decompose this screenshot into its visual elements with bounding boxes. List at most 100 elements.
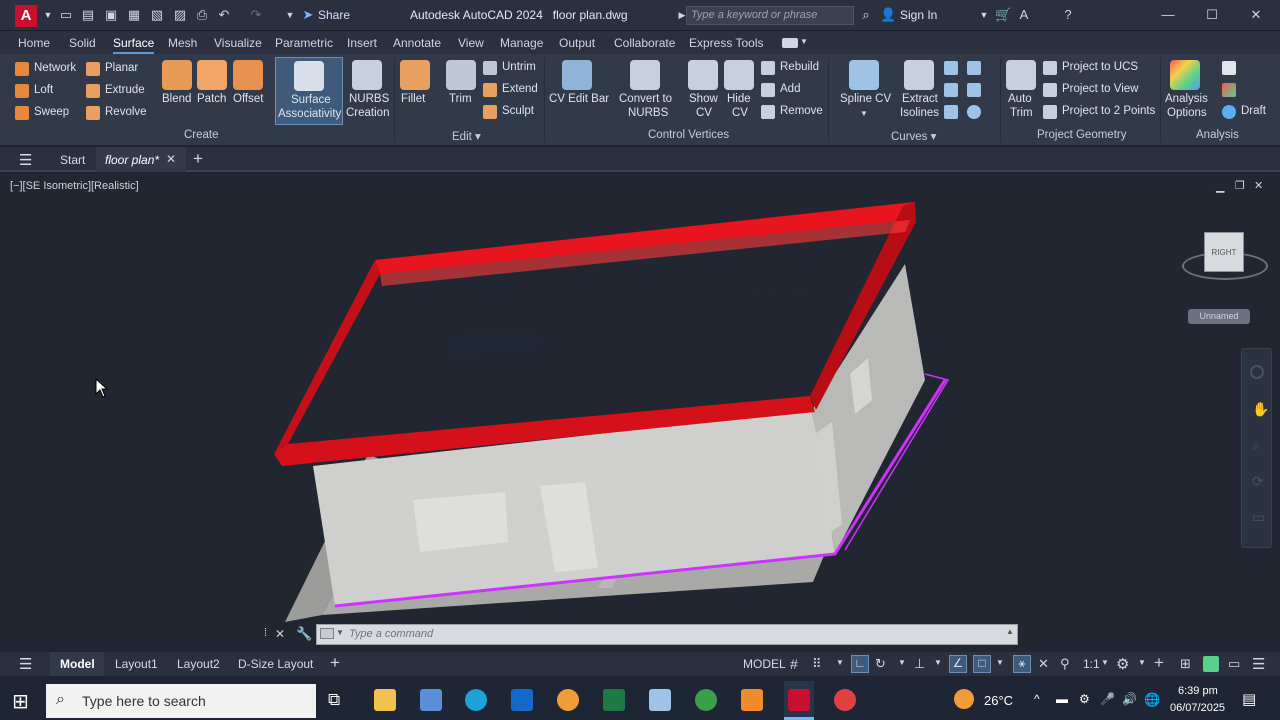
tab-express-tools[interactable]: Express Tools [689, 36, 763, 50]
sign-in-chevron-icon[interactable]: ▼ [976, 7, 992, 23]
tab-mesh[interactable]: Mesh [168, 36, 197, 50]
new-tab-icon[interactable]: + [193, 149, 203, 169]
hamburger-menu-icon[interactable]: ☰ [19, 151, 32, 169]
user-icon[interactable]: 👤 [880, 7, 896, 23]
fillet-button[interactable]: Fillet [401, 93, 425, 105]
curve-tool-3-icon[interactable] [944, 83, 958, 97]
tab-model[interactable]: Model [50, 652, 104, 676]
new-file-icon[interactable]: ▭ [58, 7, 74, 23]
workspace-gear-icon[interactable]: ⚙ [1116, 655, 1129, 673]
snap-chevron-icon[interactable]: ▼ [836, 658, 844, 667]
model-space-button[interactable]: MODEL [743, 657, 786, 671]
sign-in-button[interactable]: Sign In [900, 8, 937, 22]
tab-home[interactable]: Home [18, 36, 50, 50]
tab-parametric[interactable]: Parametric [275, 36, 333, 50]
tab-layout2[interactable]: Layout2 [177, 657, 220, 671]
planar-button[interactable]: Planar [105, 62, 138, 74]
annotation-monitor-icon[interactable]: + [1154, 653, 1164, 673]
show-cv-label-2[interactable]: CV [696, 107, 712, 119]
patch-button[interactable]: Patch [197, 93, 226, 105]
trim-button[interactable]: Trim [449, 93, 472, 105]
open-from-web-icon[interactable]: ▧ [149, 7, 165, 23]
ribbon-toggle-icon[interactable] [782, 38, 798, 48]
spline-cv-chevron-icon[interactable]: ▼ [860, 109, 868, 118]
tab-surface[interactable]: Surface [113, 36, 155, 54]
taskbar-search-input[interactable]: Type here to search [46, 684, 316, 718]
extract-isolines-label-1[interactable]: Extract [902, 93, 938, 105]
cart-icon[interactable]: 🛒 [995, 7, 1011, 23]
customize-toolbar-icon[interactable]: ▼ [282, 7, 298, 23]
scale-chevron-icon[interactable]: ▼ [1101, 658, 1109, 667]
grid-icon[interactable]: # [790, 656, 798, 672]
tab-collaborate[interactable]: Collaborate [614, 36, 675, 50]
extend-button[interactable]: Extend [502, 83, 538, 95]
layout-menu-icon[interactable]: ☰ [19, 655, 32, 673]
showmotion-icon[interactable]: ▭ [1252, 509, 1265, 526]
curve-tool-5-icon[interactable] [944, 105, 958, 119]
tab-floor-plan[interactable]: floor plan* ✕ [96, 147, 186, 172]
project-to-view-button[interactable]: Project to View [1062, 83, 1139, 95]
command-line-customize-icon[interactable]: 🔧 [296, 626, 312, 642]
command-expand-icon[interactable]: ▲ [1006, 627, 1014, 636]
save-to-web-icon[interactable]: ▨ [172, 7, 188, 23]
vlc-icon[interactable] [741, 689, 763, 711]
annotation-visibility-icon[interactable]: ⚹ [1013, 655, 1031, 673]
autocad-logo-icon[interactable]: A [15, 5, 37, 27]
tab-visualize[interactable]: Visualize [214, 36, 262, 50]
tab-manage[interactable]: Manage [500, 36, 543, 50]
isodraft-icon[interactable]: ⊥ [914, 656, 925, 672]
auto-trim-label-1[interactable]: Auto [1008, 93, 1032, 105]
network-button[interactable]: Network [34, 62, 76, 74]
snap-icon[interactable]: ⠿ [812, 656, 822, 672]
extrude-button[interactable]: Extrude [105, 84, 145, 96]
screen-recorder-icon[interactable] [834, 689, 856, 711]
app-menu-chevron-icon[interactable]: ▼ [40, 7, 56, 23]
show-hidden-icons[interactable]: ^ [1034, 692, 1040, 706]
close-icon[interactable]: ✕ [1248, 7, 1264, 23]
untrim-button[interactable]: Untrim [502, 61, 536, 73]
tab-insert[interactable]: Insert [347, 36, 377, 50]
drawing-viewport[interactable]: [−][SE Isometric][Realistic] ▁ ❐ ✕ RIGHT… [0, 174, 1280, 652]
units-icon[interactable]: ⊞ [1180, 656, 1191, 672]
object-snap-chevron-icon[interactable]: ▼ [996, 658, 1004, 667]
pan-icon[interactable]: ✋ [1252, 401, 1269, 418]
weather-icon[interactable] [954, 689, 974, 709]
autodesk-app-store-icon[interactable]: A [1016, 7, 1032, 23]
sculpt-button[interactable]: Sculpt [502, 105, 534, 117]
search-input[interactable]: Type a keyword or phrase [686, 6, 854, 25]
remove-cv-button[interactable]: Remove [780, 105, 823, 117]
view-cube-face[interactable]: RIGHT [1204, 232, 1244, 272]
polar-chevron-icon[interactable]: ▼ [898, 658, 906, 667]
extract-isolines-label-2[interactable]: Isolines [900, 107, 939, 119]
outlook-icon[interactable] [511, 689, 533, 711]
add-cv-button[interactable]: Add [780, 83, 800, 95]
analysis-options-label-2[interactable]: Options [1167, 107, 1207, 119]
tray-app-2-icon[interactable]: ⚙ [1079, 692, 1090, 706]
hide-cv-label-1[interactable]: Hide [727, 93, 751, 105]
share-button[interactable]: Share [318, 8, 350, 22]
tab-annotate[interactable]: Annotate [393, 36, 441, 50]
microphone-icon[interactable]: 🎤 [1100, 692, 1115, 706]
draft-analysis-button[interactable]: Draft [1241, 105, 1266, 117]
command-line-grip-icon[interactable]: ⁞ [264, 627, 267, 639]
command-history-icon[interactable] [320, 628, 334, 639]
microsoft-store-icon[interactable] [420, 689, 442, 711]
auto-trim-label-2[interactable]: Trim [1010, 107, 1033, 119]
analysis-options-label-1[interactable]: Analysis [1165, 93, 1208, 105]
show-cv-label-1[interactable]: Show [689, 93, 718, 105]
close-tab-icon[interactable]: ✕ [166, 152, 176, 166]
annotation-scale-value[interactable]: 1:1 [1083, 657, 1100, 671]
command-input[interactable]: Type a command [316, 624, 1018, 645]
curve-tool-1-icon[interactable] [944, 61, 958, 75]
tab-view[interactable]: View [458, 36, 484, 50]
zebra-analysis-icon[interactable] [1222, 61, 1236, 75]
auto-scale-icon[interactable]: ✕ [1038, 656, 1049, 672]
maximize-icon[interactable]: ☐ [1204, 7, 1220, 23]
command-line-close-icon[interactable]: ✕ [275, 627, 285, 641]
help-icon[interactable]: ? [1060, 7, 1076, 23]
share-icon[interactable]: ➤ [300, 7, 316, 23]
hide-cv-label-2[interactable]: CV [732, 107, 748, 119]
nurbs-creation-label-1[interactable]: NURBS [349, 93, 389, 105]
convert-to-nurbs-label-1[interactable]: Convert to [619, 93, 672, 105]
zoom-icon[interactable]: ⌕ [1252, 437, 1260, 454]
